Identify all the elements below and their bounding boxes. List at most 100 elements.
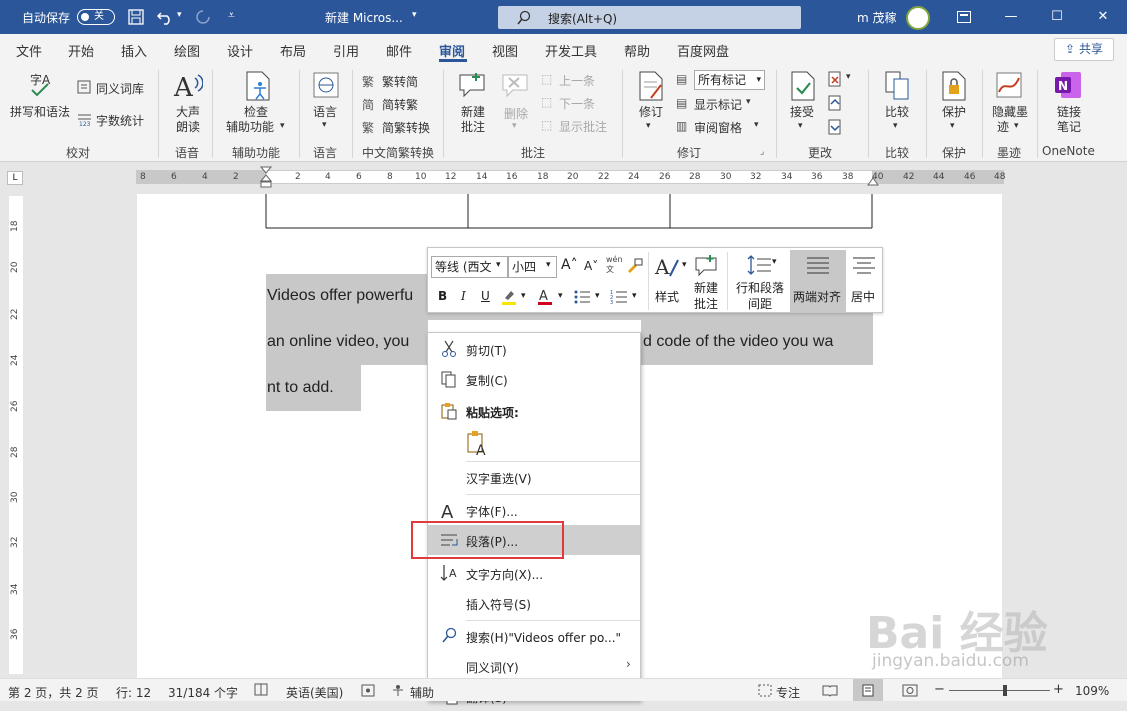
previous-change-icon[interactable]: [828, 95, 842, 111]
chevron-down-icon[interactable]: ▾: [950, 121, 955, 131]
avatar[interactable]: [906, 6, 930, 30]
zoom-in-icon[interactable]: +: [1053, 682, 1064, 697]
chevron-down-icon[interactable]: ▾: [595, 291, 600, 301]
justify-icon[interactable]: [806, 256, 830, 276]
search-box[interactable]: 搜索(Alt+Q): [498, 6, 801, 29]
undo-icon[interactable]: [156, 9, 174, 25]
document-text-line[interactable]: d code of the video you wa: [643, 333, 833, 351]
thesaurus-button[interactable]: 同义词库: [96, 80, 144, 97]
chevron-down-icon[interactable]: ▾: [280, 121, 285, 131]
font-color-icon[interactable]: A: [536, 288, 554, 306]
autosave-toggle[interactable]: 关: [77, 9, 115, 25]
menu-item-reconvert[interactable]: 汉字重选(V): [428, 462, 640, 492]
read-aloud-label-2[interactable]: 朗读: [176, 120, 200, 135]
close-icon[interactable]: ✕: [1080, 0, 1126, 34]
center-button[interactable]: 居中: [851, 288, 875, 305]
document-text-line[interactable]: Videos offer powerfu: [267, 287, 413, 305]
track-changes-button[interactable]: 修订: [639, 105, 663, 120]
proofing-status-icon[interactable]: [254, 683, 268, 696]
menu-item-cut[interactable]: 剪切(T): [428, 334, 640, 364]
trad-to-simp-button[interactable]: 繁转简: [382, 73, 418, 90]
minimize-icon[interactable]: —: [988, 0, 1034, 34]
document-text-line[interactable]: nt to add.: [267, 379, 334, 397]
save-icon[interactable]: [128, 9, 144, 25]
document-text-line[interactable]: an online video, you: [267, 333, 409, 351]
justify-button[interactable]: 两端对齐: [793, 288, 841, 305]
title-dropdown-icon[interactable]: ▾: [412, 10, 417, 20]
zoom-slider[interactable]: [949, 685, 1050, 696]
italic-icon[interactable]: I: [461, 289, 466, 303]
new-comment-icon[interactable]: [694, 254, 720, 278]
accessibility-status[interactable]: 辅助: [410, 684, 434, 701]
macro-status-icon[interactable]: [361, 684, 375, 697]
prev-comment-button[interactable]: 上一条: [559, 72, 595, 89]
word-count-button[interactable]: 字数统计: [96, 112, 144, 129]
show-comments-button[interactable]: 显示批注: [559, 118, 607, 135]
chevron-down-icon[interactable]: ▾: [632, 291, 637, 301]
right-indent-marker-icon[interactable]: [867, 176, 879, 186]
chevron-down-icon[interactable]: ▾: [512, 121, 517, 131]
menu-item-insert-symbol[interactable]: 插入符号(S): [428, 588, 640, 618]
spelling-grammar-button[interactable]: 拼写和语法: [10, 105, 70, 120]
new-comment-label-1[interactable]: 新建: [461, 105, 485, 120]
onenote-label-1[interactable]: 链接: [1057, 105, 1081, 120]
chevron-down-icon[interactable]: ▾: [772, 257, 777, 267]
phonetic-guide-icon[interactable]: wén 文: [606, 255, 623, 275]
styles-icon[interactable]: A: [654, 254, 684, 280]
tab-references[interactable]: 引用: [333, 41, 359, 60]
tab-draw[interactable]: 绘图: [174, 41, 200, 60]
undo-dropdown-icon[interactable]: ▾: [177, 10, 182, 20]
read-mode-icon[interactable]: [822, 684, 838, 697]
tab-selector-icon[interactable]: L: [7, 171, 23, 185]
customize-qat-icon[interactable]: ⩡: [228, 8, 235, 23]
line-spacing-label-2[interactable]: 间距: [748, 295, 772, 312]
hide-ink-label-1[interactable]: 隐藏墨: [992, 105, 1028, 120]
chevron-down-icon[interactable]: ▾: [558, 291, 563, 301]
review-pane-button[interactable]: 审阅窗格: [694, 119, 742, 136]
compare-button[interactable]: 比较: [885, 105, 909, 120]
line-spacing-label-1[interactable]: 行和段落: [736, 279, 784, 296]
line-number[interactable]: 行: 12: [116, 684, 151, 701]
tab-review[interactable]: 审阅: [439, 41, 465, 60]
tab-design[interactable]: 设计: [227, 41, 253, 60]
onenote-label-2[interactable]: 笔记: [1057, 120, 1081, 135]
chevron-down-icon[interactable]: ▾: [754, 120, 759, 130]
accessibility-label-2[interactable]: 辅助功能: [226, 120, 274, 135]
ribbon-display-icon[interactable]: [957, 11, 971, 23]
focus-mode-button[interactable]: 专注: [776, 684, 800, 701]
bullets-icon[interactable]: [573, 289, 591, 305]
format-painter-icon[interactable]: [626, 257, 644, 275]
menu-item-search[interactable]: 搜索(H)"Videos offer po...": [428, 621, 640, 651]
tab-developer[interactable]: 开发工具: [545, 41, 597, 60]
indent-marker-icon[interactable]: [260, 166, 272, 188]
focus-icon[interactable]: [758, 684, 772, 697]
redo-icon[interactable]: [194, 9, 212, 25]
language-button[interactable]: 语言: [313, 105, 337, 120]
chevron-down-icon[interactable]: ▾: [846, 72, 851, 82]
delete-comment-button[interactable]: 删除: [504, 105, 528, 122]
zoom-out-icon[interactable]: −: [934, 682, 945, 697]
next-change-icon[interactable]: [828, 119, 842, 135]
chevron-down-icon[interactable]: ▾: [893, 121, 898, 131]
accept-button[interactable]: 接受: [790, 105, 814, 120]
hide-ink-label-2[interactable]: 迹: [997, 120, 1009, 135]
new-comment-label-1[interactable]: 新建: [694, 279, 718, 296]
document-table[interactable]: [265, 194, 873, 230]
next-comment-button[interactable]: 下一条: [559, 95, 595, 112]
accessibility-status-icon[interactable]: [391, 684, 405, 697]
tab-file[interactable]: 文件: [16, 41, 42, 60]
show-markup-button[interactable]: 显示标记: [694, 96, 742, 113]
print-layout-icon[interactable]: [861, 684, 875, 697]
word-count[interactable]: 31/184 个字: [168, 684, 238, 701]
simp-to-trad-button[interactable]: 简转繁: [382, 96, 418, 113]
share-button[interactable]: ⇪ 共享: [1054, 38, 1114, 61]
chevron-down-icon[interactable]: ▾: [521, 291, 526, 301]
new-comment-label-2[interactable]: 批注: [694, 295, 718, 312]
web-layout-icon[interactable]: [902, 684, 918, 697]
bold-icon[interactable]: B: [438, 289, 447, 303]
menu-item-text-direction[interactable]: A 文字方向(X)...: [428, 558, 640, 588]
chevron-down-icon[interactable]: ▾: [496, 260, 501, 270]
shrink-font-icon[interactable]: A˅: [584, 259, 598, 273]
center-align-icon[interactable]: [852, 256, 876, 276]
chevron-down-icon[interactable]: ▾: [1014, 121, 1019, 131]
